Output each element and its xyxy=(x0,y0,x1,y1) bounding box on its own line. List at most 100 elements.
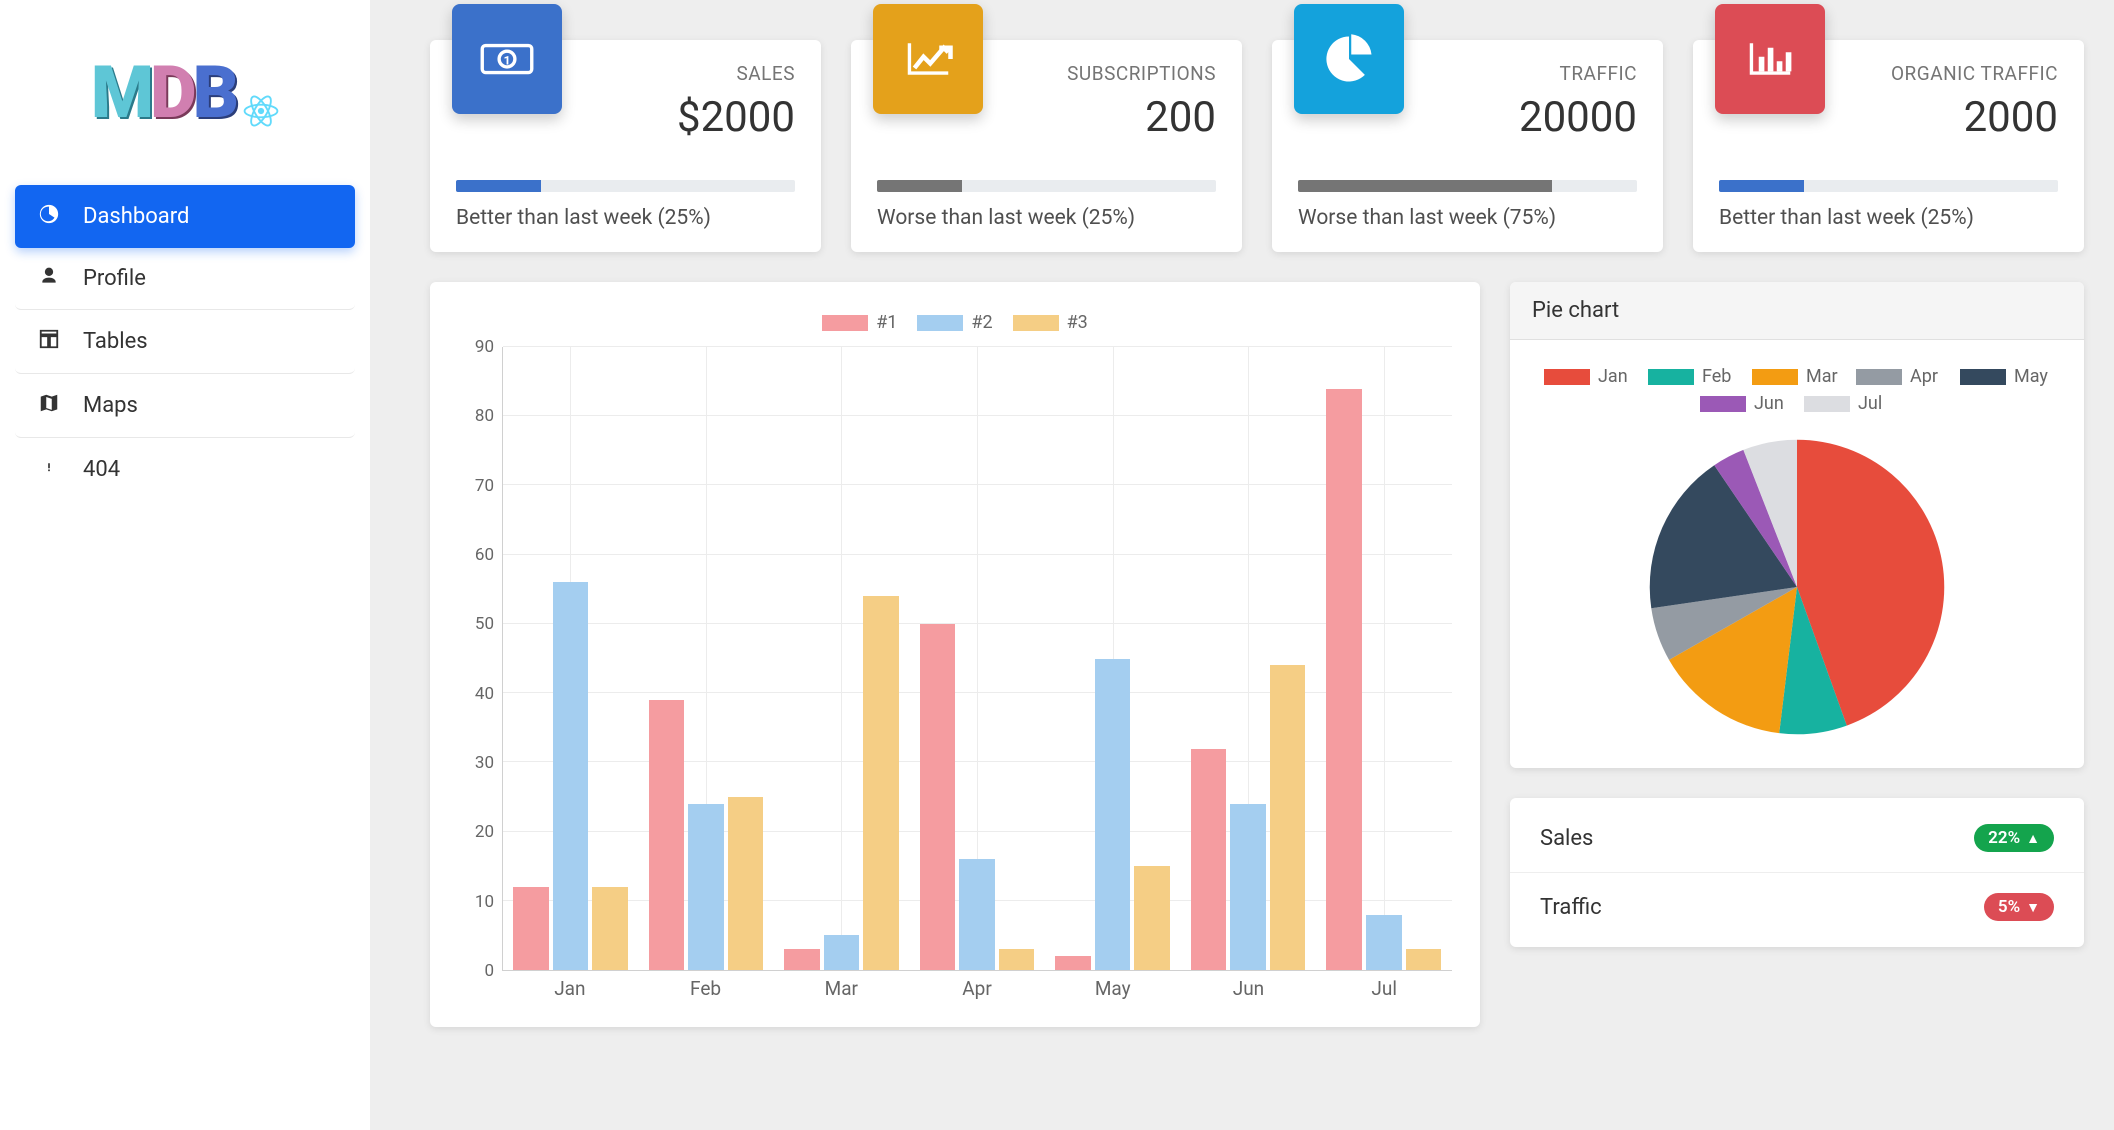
legend-item[interactable]: #2 xyxy=(917,312,992,333)
bar[interactable] xyxy=(513,887,549,970)
sidebar-item-maps[interactable]: Maps xyxy=(15,374,355,438)
y-tick: 20 xyxy=(475,822,494,842)
pie-legend-item[interactable]: Apr xyxy=(1856,366,1946,387)
metric-badge: 22% ▲ xyxy=(1974,824,2054,852)
bar-group xyxy=(774,347,910,970)
stat-note: Worse than last week (25%) xyxy=(877,206,1216,230)
x-tick: Apr xyxy=(909,977,1045,1007)
bar[interactable] xyxy=(1326,389,1362,970)
bar[interactable] xyxy=(649,700,685,970)
sidebar-item-label: Maps xyxy=(83,393,138,418)
bar[interactable] xyxy=(824,935,860,970)
metric-row-traffic[interactable]: Traffic 5% ▼ xyxy=(1510,873,2084,941)
bar[interactable] xyxy=(1055,956,1091,970)
pie-chart xyxy=(1642,432,1952,742)
bar[interactable] xyxy=(920,624,956,970)
y-tick: 10 xyxy=(475,892,494,912)
bar[interactable] xyxy=(592,887,628,970)
stat-note: Better than last week (25%) xyxy=(1719,206,2058,230)
stat-label: TRAFFIC xyxy=(1418,62,1637,85)
stat-label: SUBSCRIPTIONS xyxy=(997,62,1216,85)
bar[interactable] xyxy=(784,949,820,970)
y-tick: 40 xyxy=(475,684,494,704)
stat-value: 2000 xyxy=(1839,93,2058,142)
bar-group xyxy=(503,347,639,970)
bar-group xyxy=(910,347,1046,970)
bar[interactable] xyxy=(1366,915,1402,970)
stat-value: 200 xyxy=(997,93,1216,142)
x-tick: Jan xyxy=(502,977,638,1007)
metric-badge: 5% ▼ xyxy=(1984,893,2054,921)
bar[interactable] xyxy=(728,797,764,970)
maps-icon xyxy=(37,392,61,419)
legend-swatch xyxy=(1648,369,1694,385)
metric-label: Sales xyxy=(1540,826,1593,851)
stat-progress xyxy=(877,180,1216,192)
bar[interactable] xyxy=(1270,665,1306,970)
stat-value: 20000 xyxy=(1418,93,1637,142)
bar[interactable] xyxy=(959,859,995,970)
bar[interactable] xyxy=(999,949,1035,970)
dashboard-icon xyxy=(37,203,61,230)
y-tick: 60 xyxy=(475,545,494,565)
bar[interactable] xyxy=(1406,949,1442,970)
pie-legend-item[interactable]: Jun xyxy=(1700,393,1790,414)
sidebar-item-label: Profile xyxy=(83,266,146,291)
bar[interactable] xyxy=(1191,749,1227,971)
404-icon xyxy=(37,456,61,483)
pie-legend-item[interactable]: May xyxy=(1960,366,2050,387)
pie-legend-item[interactable]: Jan xyxy=(1544,366,1634,387)
legend-label: Feb xyxy=(1702,366,1731,387)
legend-swatch xyxy=(1544,369,1590,385)
legend-swatch xyxy=(822,315,868,331)
pie-legend-item[interactable]: Jul xyxy=(1804,393,1894,414)
sidebar-item-profile[interactable]: Profile xyxy=(15,248,355,310)
legend-swatch xyxy=(1856,369,1902,385)
react-icon xyxy=(243,93,279,129)
brand-text: MDB xyxy=(91,50,235,135)
bar[interactable] xyxy=(863,596,899,970)
pie-chart-card: Pie chart JanFebMarAprMayJunJul xyxy=(1510,282,2084,768)
trend-icon xyxy=(873,4,983,114)
money-icon: 1 xyxy=(452,4,562,114)
legend-label: May xyxy=(2014,366,2048,387)
sidebar-item-404[interactable]: 404 xyxy=(15,438,355,501)
legend-item[interactable]: #1 xyxy=(822,312,897,333)
bar-group xyxy=(1181,347,1317,970)
profile-icon xyxy=(37,266,61,291)
legend-label: Jul xyxy=(1858,393,1882,414)
bar[interactable] xyxy=(1230,804,1266,970)
legend-swatch xyxy=(1960,369,2006,385)
stat-card-sales: 1 SALES $2000 Better than last week (25%… xyxy=(430,40,821,252)
stat-label: ORGANIC TRAFFIC xyxy=(1839,62,2058,85)
legend-item[interactable]: #3 xyxy=(1013,312,1088,333)
bar[interactable] xyxy=(553,582,589,970)
bar[interactable] xyxy=(688,804,724,970)
legend-label: Jan xyxy=(1598,366,1628,387)
sidebar-item-label: Dashboard xyxy=(83,204,189,229)
arrow-up-icon: ▲ xyxy=(2026,830,2040,847)
y-tick: 80 xyxy=(475,406,494,426)
legend-swatch xyxy=(1013,315,1059,331)
metric-row-sales[interactable]: Sales 22% ▲ xyxy=(1510,804,2084,873)
x-tick: May xyxy=(1045,977,1181,1007)
sidebar-item-dashboard[interactable]: Dashboard xyxy=(15,185,355,248)
pie-icon xyxy=(1294,4,1404,114)
sidebar-item-label: Tables xyxy=(83,329,148,354)
svg-text:1: 1 xyxy=(503,55,510,69)
metrics-list-card: Sales 22% ▲ Traffic 5% ▼ xyxy=(1510,798,2084,947)
x-tick: Mar xyxy=(773,977,909,1007)
arrow-down-icon: ▼ xyxy=(2026,899,2040,916)
x-tick: Feb xyxy=(638,977,774,1007)
bar[interactable] xyxy=(1134,866,1170,970)
metric-pct: 5% xyxy=(1998,897,2020,917)
bar[interactable] xyxy=(1095,659,1131,971)
legend-label: #3 xyxy=(1067,312,1088,333)
bar-group xyxy=(1316,347,1452,970)
pie-legend-item[interactable]: Mar xyxy=(1752,366,1842,387)
legend-swatch xyxy=(1700,396,1746,412)
x-tick: Jun xyxy=(1181,977,1317,1007)
sidebar-item-tables[interactable]: Tables xyxy=(15,310,355,374)
pie-legend-item[interactable]: Feb xyxy=(1648,366,1738,387)
stat-card-organic-traffic: ORGANIC TRAFFIC 2000 Better than last we… xyxy=(1693,40,2084,252)
